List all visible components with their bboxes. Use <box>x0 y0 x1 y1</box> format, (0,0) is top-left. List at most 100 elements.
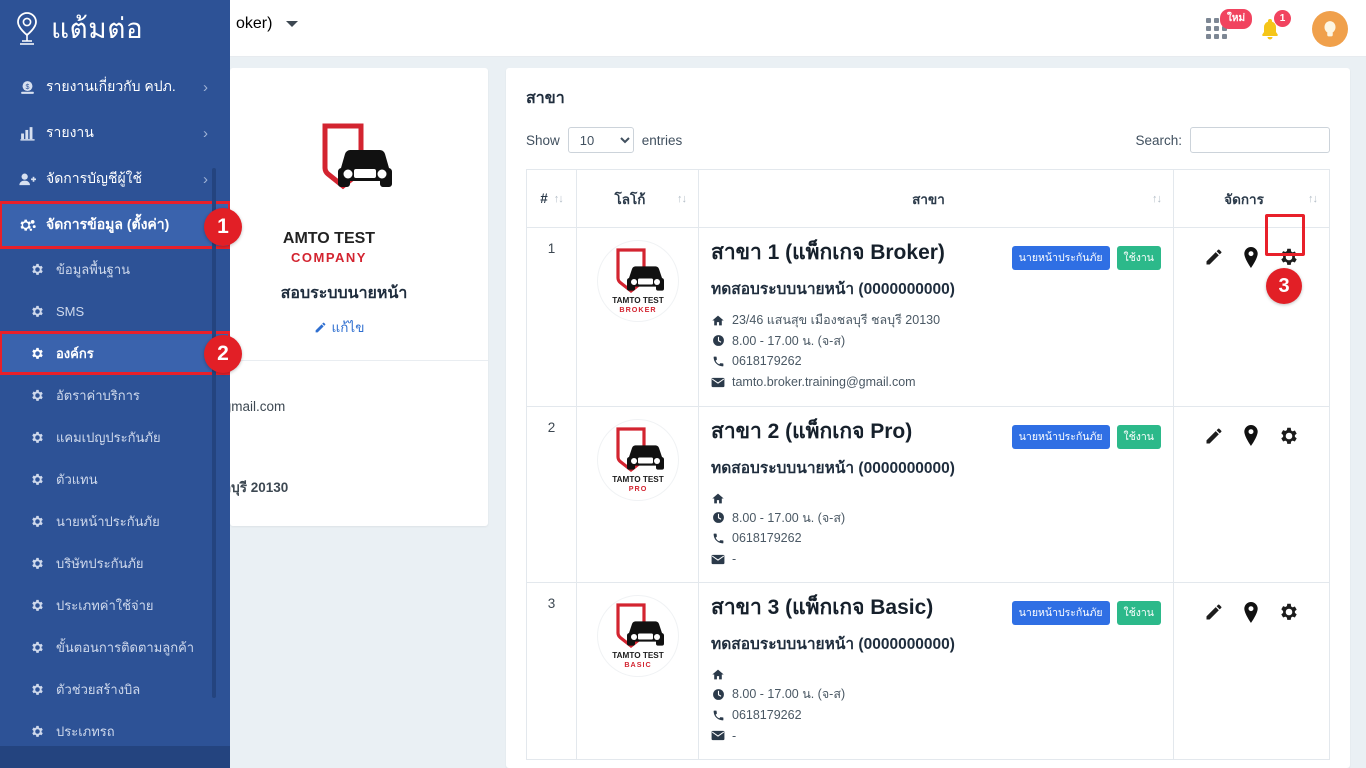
edit-icon[interactable] <box>1204 426 1224 446</box>
sidebar-item-insurance-campaign[interactable]: แคมเปญประกันภัย <box>0 416 230 458</box>
chevron-down-icon[interactable] <box>286 21 299 27</box>
row-action-gear[interactable] <box>1278 601 1300 623</box>
branch-logo-icon: TAMTO TEST BASIC <box>612 603 664 669</box>
gear-icon <box>28 640 47 655</box>
user-add-icon <box>18 171 37 188</box>
entries-label: entries <box>641 132 683 148</box>
branch-email-line: tamto.broker.training@gmail.com <box>711 372 1161 393</box>
user-avatar-icon[interactable] <box>1312 10 1348 47</box>
table-row: 1 TAMTO TEST BROKER สาขา 1 (แพ็กเกจ Brok… <box>526 227 1330 407</box>
branch-email-line: - <box>711 549 1161 570</box>
branch-phone: 0618179262 <box>732 531 802 546</box>
gear-icon <box>32 599 43 611</box>
branch-phone: 0618179262 <box>732 354 802 369</box>
col-index[interactable]: # ↑↓ <box>526 169 577 228</box>
sort-icon: ↑↓ <box>677 192 687 205</box>
branch-meta: 8.00 - 17.00 น. (จ-ส) 0618179262 - <box>711 489 1161 570</box>
show-label: Show <box>526 132 560 148</box>
row-logo: TAMTO TEST PRO <box>576 405 699 584</box>
edit-icon[interactable] <box>1204 247 1224 267</box>
row-action-gear[interactable] <box>1278 425 1300 447</box>
sidebar-item-user-accounts[interactable]: จัดการบัญชีผู้ใช้ › <box>0 156 230 202</box>
gear-icon <box>1281 427 1297 444</box>
header-actions: ใหม่ 1 <box>1206 0 1348 57</box>
row-action-edit[interactable] <box>1204 426 1224 446</box>
gear-icon <box>32 683 43 695</box>
row-action-location[interactable] <box>1242 601 1260 623</box>
org-selector[interactable]: oker) <box>236 15 299 33</box>
svg-text:PRO: PRO <box>628 484 647 493</box>
sidebar-item-expense-type[interactable]: ประเภทค่าใช้จ่าย <box>0 584 230 626</box>
mail-icon <box>711 731 725 741</box>
page-size-select[interactable]: 102550100 <box>567 127 634 153</box>
badge-status: ใช้งาน <box>1116 424 1161 449</box>
home-icon <box>712 670 724 680</box>
phone-icon <box>713 356 723 367</box>
gear-icon <box>1281 604 1297 621</box>
branch-hours-line: 8.00 - 17.00 น. (จ-ส) <box>711 508 1161 529</box>
sidebar-scrollbar[interactable] <box>212 168 216 698</box>
sidebar-item-label: อัตราค่าบริการ <box>56 387 140 403</box>
row-logo: TAMTO TEST BASIC <box>576 582 699 761</box>
sidebar-item-customer-followup-step[interactable]: ขั้นตอนการติดตามลูกค้า <box>0 626 230 668</box>
edit-icon[interactable] <box>1204 602 1224 622</box>
row-index: 2 <box>526 405 577 584</box>
row-actions <box>1173 405 1330 584</box>
sidebar-item-sms[interactable]: SMS <box>0 290 230 332</box>
brand[interactable]: แต้มต่อ <box>0 0 230 57</box>
sidebar-item-basic-data[interactable]: ข้อมูลพื้นฐาน <box>0 248 230 290</box>
money-report-icon: $ <box>21 80 34 94</box>
map-pin-icon[interactable] <box>1242 246 1260 268</box>
sidebar-item-insurance-company[interactable]: บริษัทประกันภัย <box>0 542 230 584</box>
org-logo <box>230 120 488 216</box>
gear-icon <box>32 557 43 569</box>
gear-icon <box>32 431 43 443</box>
row-action-location[interactable] <box>1242 246 1260 268</box>
sidebar-item-reports[interactable]: รายงาน › <box>0 110 230 156</box>
sidebar-item-insurance-broker[interactable]: นายหน้าประกันภัย <box>0 500 230 542</box>
col-logo[interactable]: โลโก้ ↑↓ <box>576 169 699 228</box>
mail-icon <box>711 554 725 565</box>
sidebar: แต้มต่อ $ รายงานเกี่ยวกับ คปภ. › รายงาน … <box>0 0 230 768</box>
sort-icon: ↑↓ <box>1308 192 1318 205</box>
search-input[interactable] <box>1190 127 1330 153</box>
notifications-button[interactable]: 1 <box>1258 9 1291 41</box>
branch-hours: 8.00 - 17.00 น. (จ-ส) <box>732 687 846 702</box>
sidebar-item-manage-data[interactable]: จัดการข้อมูล (ตั้งค่า) <box>0 201 230 249</box>
sidebar-item-bill-wizard[interactable]: ตัวช่วยสร้างบิล <box>0 668 230 710</box>
branch-hours-line: 8.00 - 17.00 น. (จ-ส) <box>711 684 1161 705</box>
branch-logo-icon: TAMTO TEST BROKER <box>612 248 664 314</box>
page-length-control: Show 102550100 entries <box>526 127 682 153</box>
col-manage[interactable]: จัดการ ↑↓ <box>1173 169 1330 228</box>
row-branch-info: สาขา 2 (แพ็กเกจ Pro) นายหน้าประกันภัย ใช… <box>698 405 1174 584</box>
sidebar-item-reports-opp[interactable]: $ รายงานเกี่ยวกับ คปภ. › <box>0 64 230 110</box>
apps-button[interactable]: ใหม่ <box>1206 8 1253 40</box>
org-selector-label: oker) <box>236 15 273 32</box>
sort-icon: ↑↓ <box>553 192 564 205</box>
map-pin-icon[interactable] <box>1242 425 1260 446</box>
row-index: 1 <box>526 227 577 407</box>
chevron-right-icon: › <box>203 170 208 188</box>
col-branch[interactable]: สาขา ↑↓ <box>698 169 1174 228</box>
phone-icon <box>711 709 725 722</box>
gear-icon <box>32 305 43 317</box>
svg-text:$: $ <box>26 82 30 90</box>
svg-text:BASIC: BASIC <box>624 660 651 669</box>
map-pin-icon[interactable] <box>1242 601 1260 623</box>
row-action-edit[interactable] <box>1204 247 1224 267</box>
row-action-edit[interactable] <box>1204 602 1224 622</box>
sidebar-item-service-rate[interactable]: อัตราค่าบริการ <box>0 374 230 416</box>
sidebar-item-label: แคมเปญประกันภัย <box>56 429 161 445</box>
gear-icon <box>28 472 47 487</box>
chevron-right-icon: › <box>203 78 208 96</box>
brand-label: แต้มต่อ <box>51 12 144 44</box>
table-header: # ↑↓ โลโก้ ↑↓ สาขา ↑↓ จัดการ ↑↓ <box>526 169 1330 228</box>
badge-role: นายหน้าประกันภัย <box>1011 246 1110 270</box>
pencil-icon <box>315 322 325 332</box>
row-action-location[interactable] <box>1242 425 1260 446</box>
card-divider <box>230 360 488 361</box>
table-row: 2 TAMTO TEST PRO สาขา 2 (แพ็กเกจ Pro) นา… <box>526 405 1330 584</box>
sidebar-item-organization[interactable]: องค์กร <box>0 331 230 375</box>
sidebar-item-agent[interactable]: ตัวแทน <box>0 458 230 500</box>
edit-org-link[interactable]: แก้ไข <box>190 316 488 338</box>
